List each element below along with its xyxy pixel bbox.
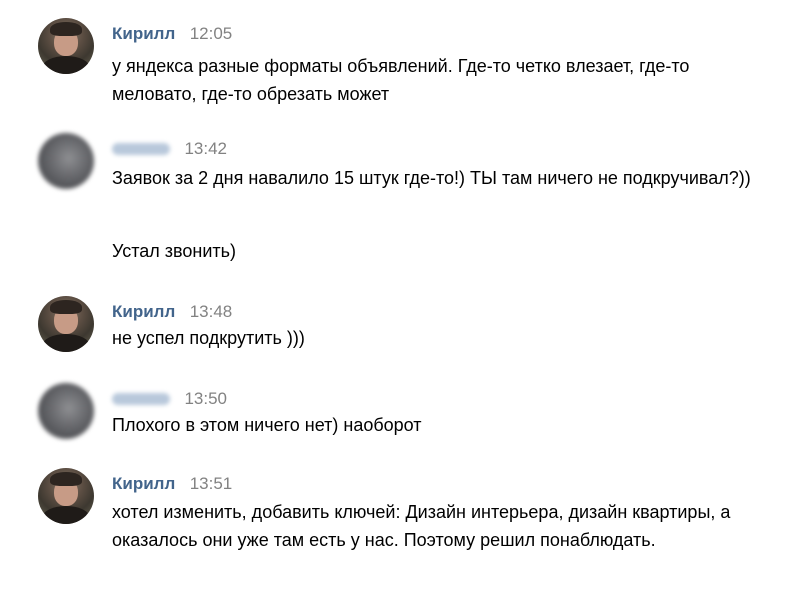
message-text: хотел изменить, добавить ключей: Дизайн … [112, 502, 731, 550]
timestamp[interactable]: 13:42 [184, 139, 227, 158]
avatar[interactable] [38, 296, 94, 352]
user-photo-icon [42, 56, 90, 74]
message-header: 13:50 [112, 389, 227, 409]
avatar[interactable] [38, 383, 94, 439]
author-name[interactable]: Кирилл [112, 24, 175, 43]
author-name-blurred[interactable] [112, 392, 170, 405]
chat-history: Кирилл 12:05 у яндекса разные форматы об… [0, 0, 799, 592]
user-photo-icon [42, 334, 90, 352]
message-text: не успел подкрутить ))) [112, 328, 305, 348]
timestamp[interactable]: 13:48 [190, 302, 233, 321]
message-text: у яндекса разные форматы объявлений. Где… [112, 56, 690, 104]
user-photo-icon [42, 506, 90, 524]
message-header: Кирилл 13:48 [112, 302, 232, 322]
avatar[interactable] [38, 133, 94, 189]
timestamp[interactable]: 12:05 [190, 24, 233, 43]
message-text: Заявок за 2 дня навалило 15 штук где-то!… [112, 168, 751, 188]
message-header: Кирилл 12:05 [112, 24, 232, 44]
author-name[interactable]: Кирилл [112, 474, 175, 493]
timestamp[interactable]: 13:51 [190, 474, 233, 493]
avatar[interactable] [38, 18, 94, 74]
author-name[interactable]: Кирилл [112, 302, 175, 321]
message-text: Устал звонить) [112, 241, 237, 261]
timestamp[interactable]: 13:50 [184, 389, 227, 408]
author-name-blurred[interactable] [112, 142, 170, 155]
message-header: Кирилл 13:51 [112, 474, 232, 494]
avatar[interactable] [38, 468, 94, 524]
message-header: 13:42 [112, 139, 227, 159]
message-text: Плохого в этом ничего нет) наоборот [112, 415, 422, 435]
